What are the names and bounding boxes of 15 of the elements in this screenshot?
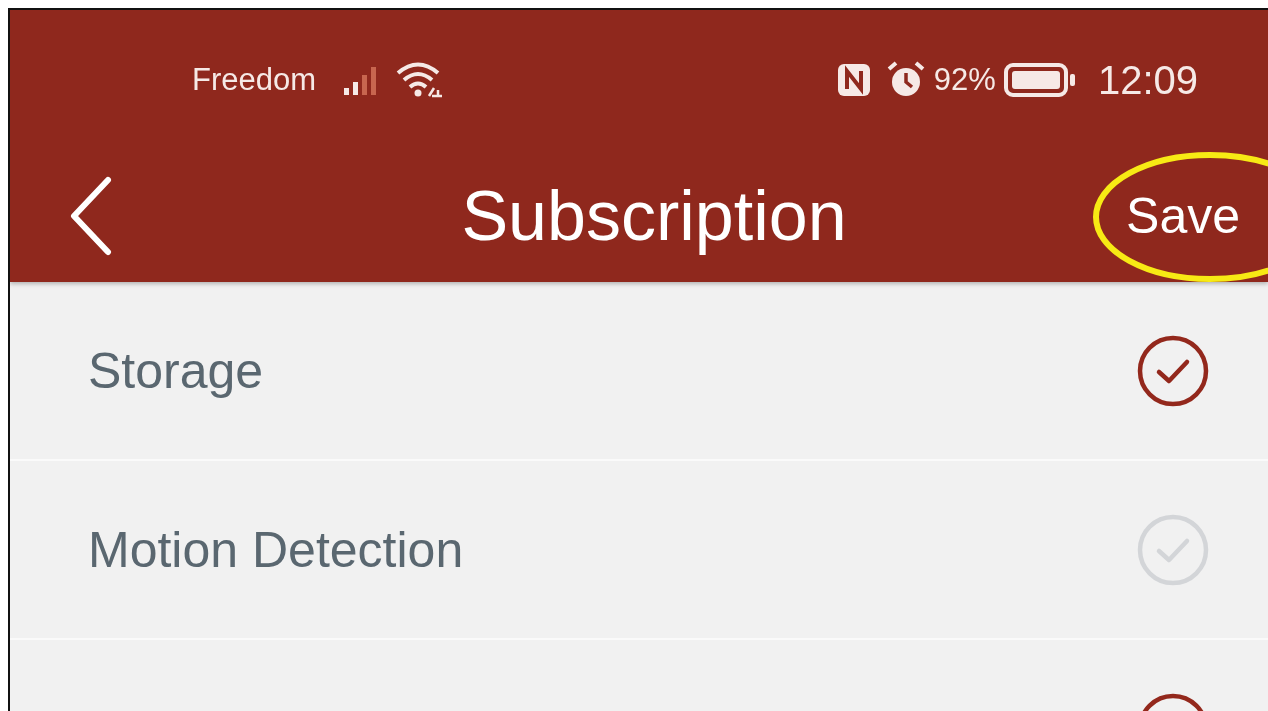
page-title: Subscription <box>461 176 847 256</box>
settings-row[interactable]: Storage <box>10 282 1268 461</box>
clock-time: 12:09 <box>1097 57 1198 103</box>
chevron-left-icon <box>68 176 114 256</box>
check-circle-icon[interactable] <box>1136 333 1210 408</box>
back-button[interactable] <box>68 176 114 256</box>
nfc-icon <box>835 62 872 98</box>
battery-percent: 92% <box>933 62 996 98</box>
row-label: Storage <box>88 341 265 400</box>
settings-row[interactable]: Motion Detection <box>10 461 1268 640</box>
wifi-icon <box>396 62 445 98</box>
row-label: Motion Detection <box>88 520 465 579</box>
battery-icon <box>1003 62 1076 98</box>
carrier-name: Freedom <box>192 62 317 98</box>
check-circle-icon[interactable] <box>1136 512 1210 587</box>
